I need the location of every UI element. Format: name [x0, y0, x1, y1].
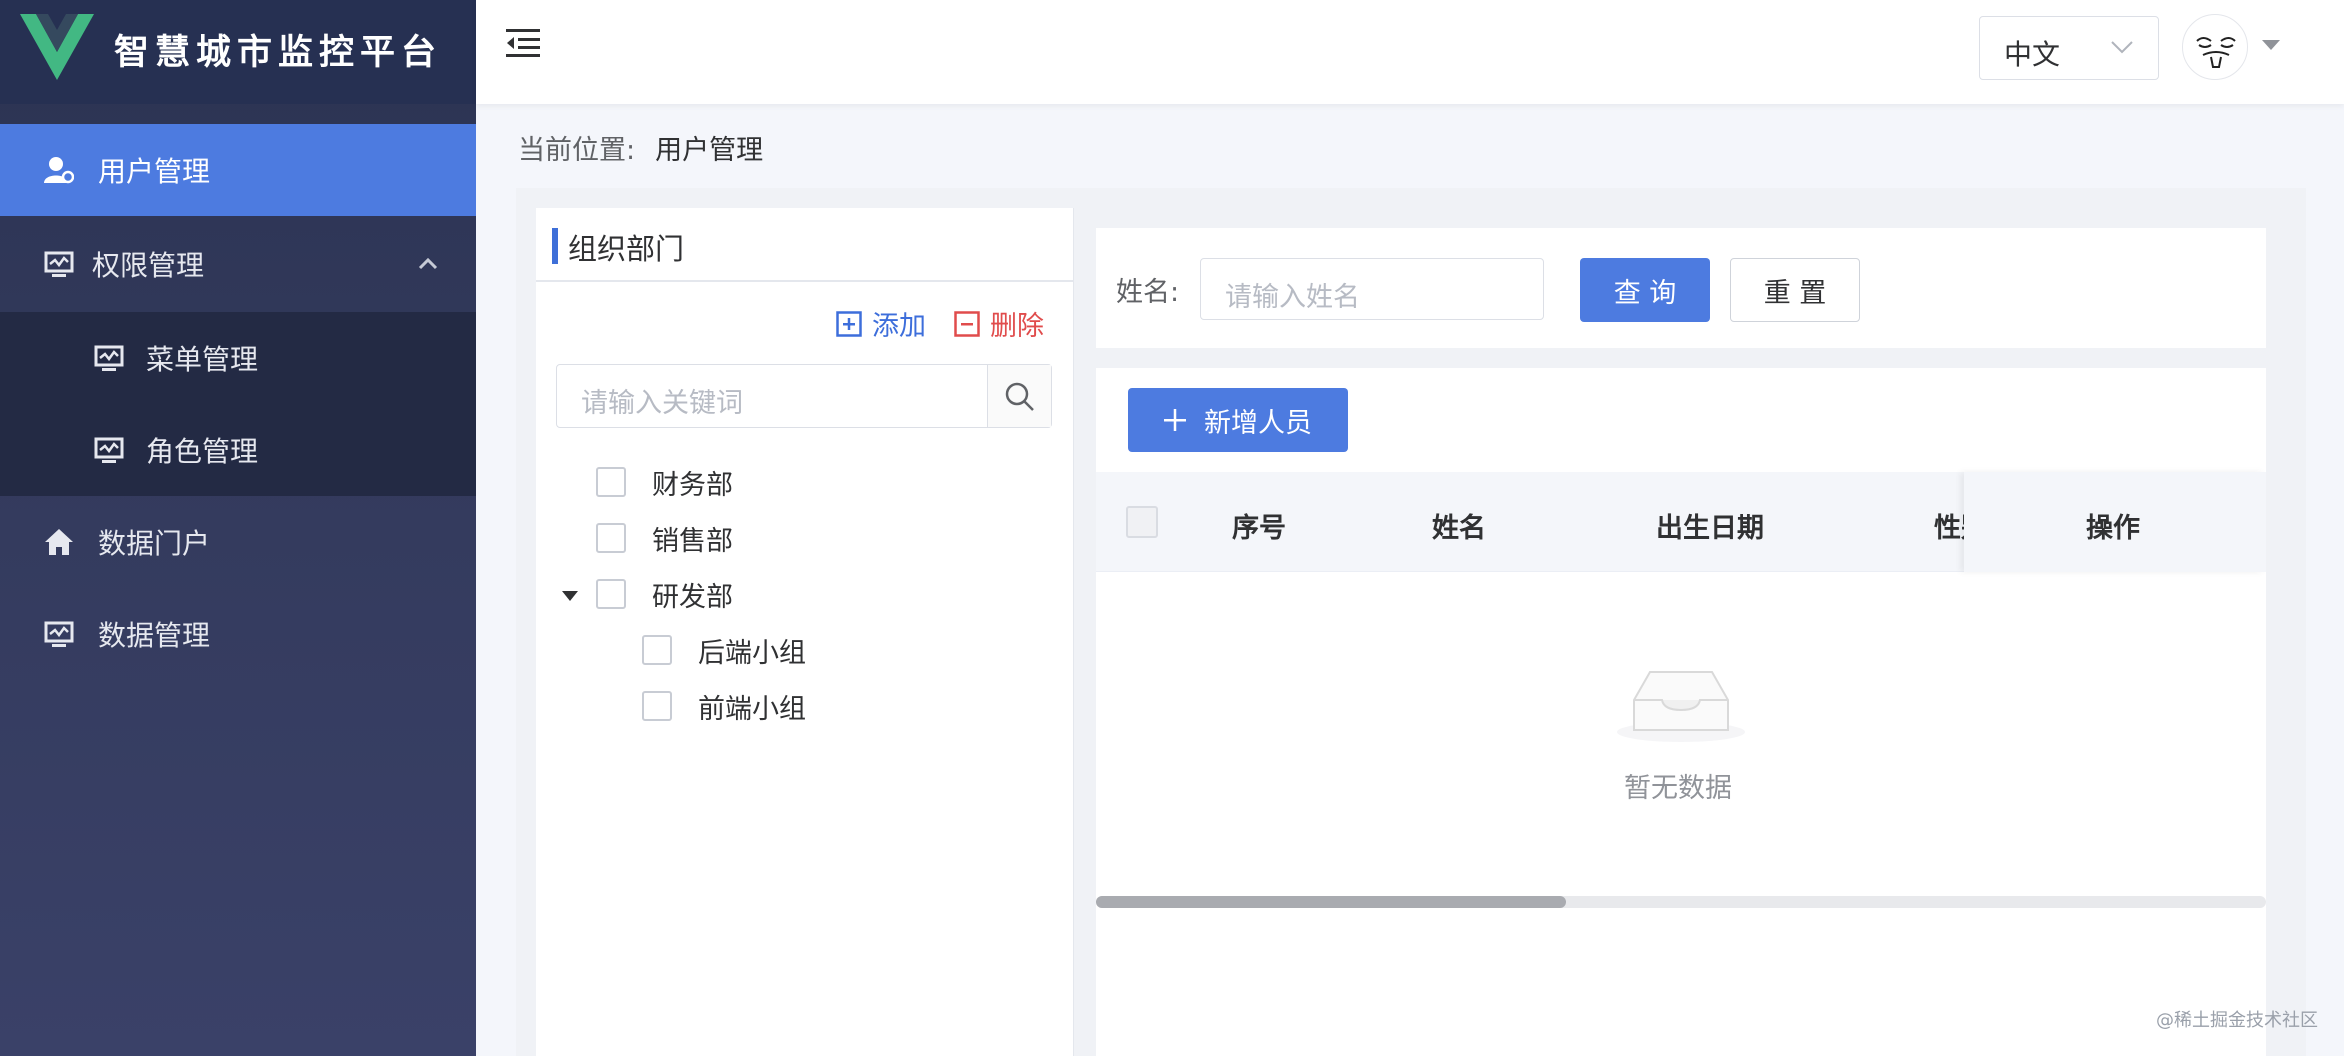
app-title: 智慧城市监控平台 — [114, 33, 443, 73]
node-checkbox[interactable] — [596, 579, 626, 609]
tree-header: 组织部门 — [536, 208, 1074, 282]
node-checkbox[interactable] — [642, 635, 672, 665]
delete-label: 删除 — [990, 311, 1044, 342]
tree-node-finance[interactable]: 财务部 — [596, 462, 733, 502]
tree-node-label: 研发部 — [652, 581, 733, 613]
top-header: 中文 — [476, 0, 2344, 104]
minus-square-icon — [954, 310, 980, 337]
sidebar-item-label: 数据门户 — [98, 527, 211, 560]
add-label: 添加 — [872, 311, 926, 342]
breadcrumb-current: 用户管理 — [655, 135, 764, 166]
tree-node-label: 销售部 — [652, 525, 733, 557]
tree-node-label: 前端小组 — [698, 693, 806, 725]
sidebar-item-label: 菜单管理 — [146, 343, 259, 376]
sidebar-item-data-portal[interactable]: 数据门户 — [0, 496, 476, 588]
watermark: @稀土掘金技术社区 — [2156, 1010, 2318, 1031]
empty-inbox-icon — [1617, 671, 1745, 742]
query-form: 姓名: 请输入姓名 查 询 重 置 — [1096, 228, 2266, 348]
sidebar-item-user-management[interactable]: 用户管理 — [0, 124, 476, 216]
sidebar-item-label: 用户管理 — [98, 155, 211, 188]
home-icon — [45, 529, 73, 555]
monitor-chart-icon — [94, 437, 124, 463]
name-input[interactable]: 请输入姓名 — [1200, 258, 1544, 320]
table-header: 序号 姓名 出生日期 性别 操作 — [1096, 472, 2266, 572]
node-checkbox[interactable] — [596, 523, 626, 553]
sidebar-item-permission-management[interactable]: 权限管理 — [0, 218, 476, 310]
tree-node-frontend[interactable]: 前端小组 — [642, 686, 806, 726]
column-header-actions[interactable]: 操作 — [2086, 506, 2140, 545]
breadcrumb-prefix: 当前位置: — [518, 135, 636, 166]
sidebar: 智慧城市监控平台 用户管理 权限管理 菜单管理 角色管理 数据门户 数据管理 — [0, 0, 476, 1056]
fixed-column-header: 操作 — [1964, 472, 2266, 572]
language-value: 中文 — [2004, 38, 2061, 71]
tree-search-button[interactable] — [987, 365, 1051, 427]
tree-node-rnd[interactable]: 研发部 — [596, 574, 733, 614]
search-button[interactable]: 查 询 — [1580, 258, 1710, 322]
empty-text: 暂无数据 — [1624, 773, 1732, 804]
column-header-index[interactable]: 序号 — [1232, 506, 1286, 545]
monitor-chart-icon — [44, 621, 74, 647]
language-select[interactable]: 中文 — [1979, 16, 2159, 80]
node-checkbox[interactable] — [596, 467, 626, 497]
add-department-button[interactable]: 添加 — [836, 304, 926, 343]
column-header-name[interactable]: 姓名 — [1432, 506, 1486, 545]
add-user-label: 新增人员 — [1204, 407, 1312, 439]
reset-button[interactable]: 重 置 — [1730, 258, 1860, 322]
caret-down-icon[interactable] — [2262, 40, 2280, 52]
tree-node-label: 财务部 — [652, 469, 733, 501]
org-tree-panel: 组织部门 添加 删除 请输入关键词 财务部 销售部 研发部 后端小组 前端小组 — [536, 208, 1074, 1056]
plus-square-icon — [836, 310, 862, 337]
tree-search-input[interactable]: 请输入关键词 — [556, 364, 1052, 428]
select-all-checkbox[interactable] — [1126, 506, 1158, 538]
avatar-face-icon — [2196, 37, 2236, 68]
tree-title: 组织部门 — [568, 232, 685, 266]
add-user-button[interactable]: 新增人员 — [1128, 388, 1348, 452]
empty-state: 暂无数据 — [1096, 572, 2266, 902]
search-icon — [1005, 382, 1034, 411]
avatar[interactable] — [2182, 14, 2248, 80]
plus-icon — [1164, 409, 1186, 431]
monitor-chart-icon — [94, 345, 124, 371]
chevron-up-icon — [418, 257, 438, 270]
node-checkbox[interactable] — [642, 691, 672, 721]
sidebar-item-label: 角色管理 — [146, 435, 259, 468]
expand-caret-icon[interactable] — [562, 590, 578, 602]
sidebar-item-data-management[interactable]: 数据管理 — [0, 588, 476, 680]
user-table-card: 新增人员 序号 姓名 出生日期 性别 操作 暂无数据 — [1096, 368, 2266, 1056]
name-label: 姓名: — [1116, 277, 1180, 308]
title-accent-bar — [552, 228, 558, 264]
chevron-down-icon — [2111, 41, 2133, 54]
vue-logo-icon — [20, 14, 94, 80]
monitor-chart-icon — [44, 251, 74, 277]
tree-node-label: 后端小组 — [698, 637, 806, 669]
tree-search-placeholder: 请输入关键词 — [581, 388, 743, 419]
column-header-birthdate[interactable]: 出生日期 — [1656, 506, 1764, 545]
sidebar-item-label: 数据管理 — [98, 619, 211, 652]
horizontal-scrollbar[interactable] — [1096, 896, 2266, 908]
user-gear-icon — [44, 157, 74, 184]
name-placeholder: 请输入姓名 — [1225, 282, 1360, 313]
sidebar-item-label: 权限管理 — [92, 249, 205, 282]
delete-department-button[interactable]: 删除 — [954, 304, 1044, 343]
logo-bar: 智慧城市监控平台 — [0, 0, 476, 104]
menu-fold-icon[interactable] — [506, 28, 540, 58]
tree-node-sales[interactable]: 销售部 — [596, 518, 733, 558]
scrollbar-thumb[interactable] — [1096, 896, 1566, 908]
breadcrumb: 当前位置: 用户管理 — [518, 128, 763, 167]
tree-actions: 添加 删除 — [536, 304, 1074, 344]
sidebar-item-role-management[interactable]: 角色管理 — [0, 404, 476, 496]
tree-node-backend[interactable]: 后端小组 — [642, 630, 806, 670]
sidebar-item-menu-management[interactable]: 菜单管理 — [0, 312, 476, 404]
